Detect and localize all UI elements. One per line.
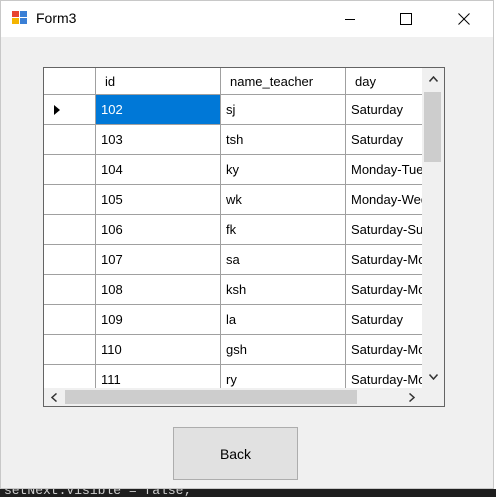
form3-window: Form3 id name_teacher day 102 sj Saturday 1… xyxy=(0,0,494,489)
chevron-left-icon xyxy=(51,392,57,402)
table-row[interactable]: 103 tsh Saturday xyxy=(44,125,422,155)
title-bar: Form3 xyxy=(1,1,493,37)
code-line: setNext.Visible = false; xyxy=(4,489,192,497)
table-row[interactable]: 110 gsh Saturday-Mo xyxy=(44,335,422,365)
id-cell[interactable]: 109 xyxy=(96,305,221,335)
chevron-up-icon xyxy=(428,76,438,82)
row-header-cell[interactable] xyxy=(44,275,96,305)
window-title: Form3 xyxy=(36,10,77,26)
column-header-id[interactable]: id xyxy=(96,68,221,95)
name-teacher-cell[interactable]: ksh xyxy=(221,275,346,305)
row-header-cell[interactable] xyxy=(44,335,96,365)
day-cell[interactable]: Saturday-Mo xyxy=(346,335,422,365)
column-header-day[interactable]: day xyxy=(346,68,422,95)
back-button[interactable]: Back xyxy=(173,427,298,480)
close-icon xyxy=(458,13,470,25)
minimize-button[interactable] xyxy=(327,1,373,37)
table-row[interactable]: 104 ky Monday-Tue xyxy=(44,155,422,185)
name-teacher-cell[interactable]: la xyxy=(221,305,346,335)
name-teacher-cell[interactable]: wk xyxy=(221,185,346,215)
table-row[interactable]: 108 ksh Saturday-Mo xyxy=(44,275,422,305)
name-teacher-cell[interactable]: gsh xyxy=(221,335,346,365)
day-cell[interactable]: Saturday-Mo xyxy=(346,275,422,305)
close-button[interactable] xyxy=(441,1,487,37)
row-header-cell[interactable] xyxy=(44,95,96,125)
row-header-cell[interactable] xyxy=(44,245,96,275)
table-row[interactable]: 111 ry Saturday-Mo xyxy=(44,365,422,388)
corner-header-cell[interactable] xyxy=(44,68,96,95)
current-row-indicator-icon xyxy=(54,105,60,115)
chevron-right-icon xyxy=(409,392,415,402)
scroll-left-arrow[interactable] xyxy=(44,388,64,406)
id-cell[interactable]: 102 xyxy=(96,95,221,125)
name-teacher-cell[interactable]: ry xyxy=(221,365,346,388)
name-teacher-cell[interactable]: ky xyxy=(221,155,346,185)
scroll-down-arrow[interactable] xyxy=(422,366,444,388)
name-teacher-cell[interactable]: tsh xyxy=(221,125,346,155)
scrollbar-corner xyxy=(422,388,444,406)
maximize-icon xyxy=(400,13,412,25)
name-teacher-cell[interactable]: sa xyxy=(221,245,346,275)
day-cell[interactable]: Saturday-Sun xyxy=(346,215,422,245)
id-cell[interactable]: 106 xyxy=(96,215,221,245)
chevron-down-icon xyxy=(428,374,438,380)
table-row[interactable]: 105 wk Monday-Wed xyxy=(44,185,422,215)
minimize-icon xyxy=(345,19,355,20)
id-cell[interactable]: 104 xyxy=(96,155,221,185)
id-cell[interactable]: 108 xyxy=(96,275,221,305)
day-cell[interactable]: Saturday xyxy=(346,125,422,155)
column-header-name-teacher[interactable]: name_teacher xyxy=(221,68,346,95)
row-header-cell[interactable] xyxy=(44,215,96,245)
table-row[interactable]: 106fkSaturday-Sun xyxy=(44,215,422,245)
day-cell[interactable]: Monday-Wed xyxy=(346,185,422,215)
row-header-cell[interactable] xyxy=(44,185,96,215)
day-cell[interactable]: Saturday xyxy=(346,305,422,335)
grid-header-row: id name_teacher day xyxy=(44,68,422,98)
table-row[interactable]: 107 sa Saturday-Mo xyxy=(44,245,422,275)
code-editor-strip: setNext.Visible = false; xyxy=(0,489,496,497)
day-cell[interactable]: Saturday xyxy=(346,95,422,125)
day-cell[interactable]: Monday-Tue xyxy=(346,155,422,185)
grid-viewport: id name_teacher day 102 sj Saturday 103 tsh S… xyxy=(44,68,422,388)
day-cell[interactable]: Saturday-Mo xyxy=(346,365,422,388)
horizontal-scroll-thumb[interactable] xyxy=(65,390,357,404)
vertical-scroll-thumb[interactable] xyxy=(424,92,441,162)
row-header-cell[interactable] xyxy=(44,365,96,388)
teacher-data-grid[interactable]: id name_teacher day 102 sj Saturday 103 tsh S… xyxy=(43,67,445,407)
horizontal-scrollbar[interactable] xyxy=(44,388,422,406)
id-cell[interactable]: 103 xyxy=(96,125,221,155)
vertical-scrollbar[interactable] xyxy=(422,68,444,388)
scroll-up-arrow[interactable] xyxy=(422,68,444,90)
row-header-cell[interactable] xyxy=(44,125,96,155)
day-cell[interactable]: Saturday-Mo xyxy=(346,245,422,275)
table-row[interactable]: 102 sj Saturday xyxy=(44,95,422,125)
table-row[interactable]: 109 la Saturday xyxy=(44,305,422,335)
scroll-right-arrow[interactable] xyxy=(402,388,422,406)
name-teacher-cell[interactable]: sj xyxy=(221,95,346,125)
row-header-cell[interactable] xyxy=(44,305,96,335)
maximize-button[interactable] xyxy=(383,1,429,37)
id-cell[interactable]: 111 xyxy=(96,365,221,388)
id-cell[interactable]: 107 xyxy=(96,245,221,275)
row-header-cell[interactable] xyxy=(44,155,96,185)
id-cell[interactable]: 105 xyxy=(96,185,221,215)
form-app-icon xyxy=(12,11,27,24)
id-cell[interactable]: 110 xyxy=(96,335,221,365)
name-teacher-cell[interactable]: fk xyxy=(221,215,346,245)
